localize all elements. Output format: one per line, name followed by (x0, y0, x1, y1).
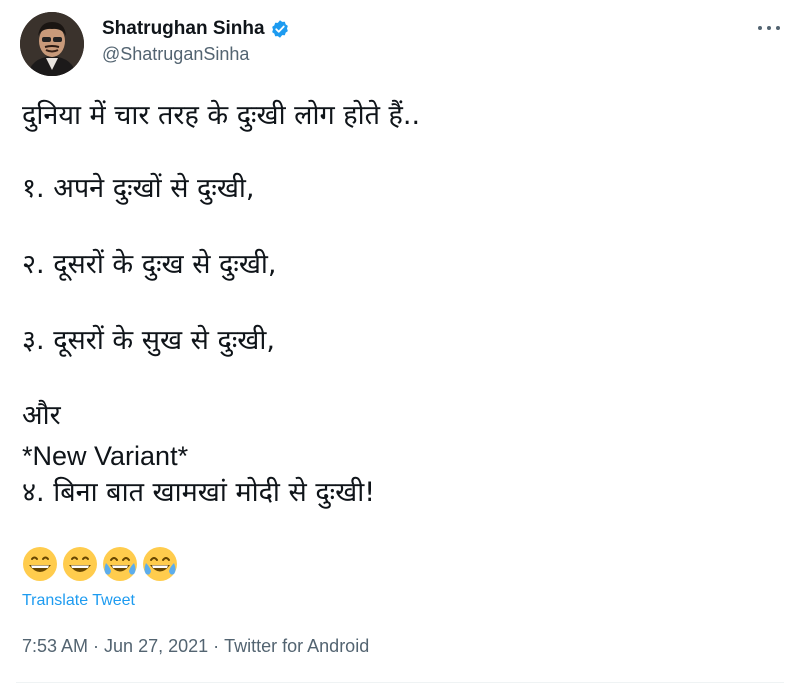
translate-tweet-link[interactable]: Translate Tweet (22, 592, 135, 610)
grinning-face-emoji-icon (23, 547, 57, 581)
display-name-row: Shatrughan Sinha (102, 17, 290, 41)
tweet-line: ३. दूसरों के सुख से दुःखी, (22, 325, 275, 356)
more-options-icon[interactable] (754, 18, 784, 38)
verified-badge-icon (271, 20, 288, 38)
tweet-date[interactable]: Jun 27, 2021 (104, 636, 208, 656)
tweet-line: दुनिया में चार तरह के दुःखी लोग होते हैं… (22, 100, 421, 131)
tweet-line: और (22, 400, 61, 431)
tweet-line: २. दूसरों के दुःख से दुःखी, (22, 249, 277, 280)
tweet-line: *New Variant* (22, 441, 189, 471)
tweet-line: १. अपने दुःखों से दुःखी, (22, 173, 255, 204)
separator: · (213, 636, 220, 656)
tweet-time[interactable]: 7:53 AM (22, 636, 88, 656)
tweet-line: ४. बिना बात खामखां मोदी से दुःखी! (22, 477, 376, 508)
tweet-card: Shatrughan Sinha @ShatruganSinha दुनिया … (0, 0, 800, 684)
tears-of-joy-emoji-icon (143, 547, 177, 581)
avatar[interactable] (20, 12, 84, 76)
tears-of-joy-emoji-icon (103, 547, 137, 581)
avatar-image (20, 12, 84, 76)
separator: · (93, 636, 100, 656)
emoji-row (22, 546, 178, 582)
author-info: Shatrughan Sinha @ShatruganSinha (102, 17, 290, 65)
display-name[interactable]: Shatrughan Sinha (102, 18, 265, 40)
tweet-source[interactable]: Twitter for Android (224, 636, 369, 656)
tweet-metadata: 7:53 AM · Jun 27, 2021 · Twitter for Android (22, 636, 369, 657)
divider (16, 682, 784, 683)
user-handle[interactable]: @ShatruganSinha (102, 44, 290, 65)
grinning-face-emoji-icon (63, 547, 97, 581)
